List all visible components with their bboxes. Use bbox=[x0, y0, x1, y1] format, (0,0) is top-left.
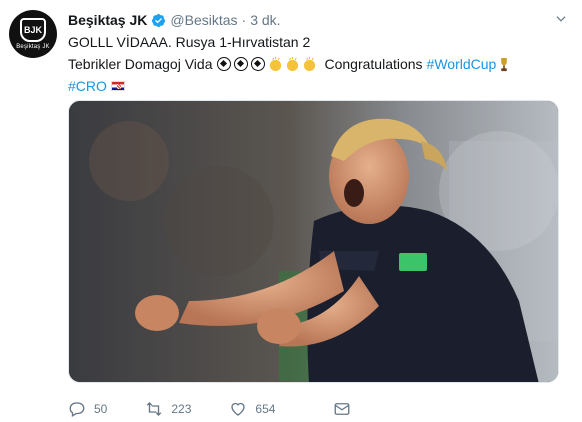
caret-down-icon[interactable] bbox=[554, 12, 568, 26]
direct-message-icon bbox=[334, 403, 350, 415]
trophy-icon bbox=[501, 57, 508, 71]
retweet-count: 223 bbox=[171, 402, 192, 416]
direct-message-button[interactable] bbox=[333, 400, 359, 418]
soccer-ball-icon bbox=[217, 57, 232, 71]
reply-count: 50 bbox=[94, 402, 108, 416]
like-button[interactable]: 654 bbox=[229, 400, 275, 418]
tweet-header: Beşiktaş JK @Besiktas · 3 dk. bbox=[68, 10, 562, 30]
avatar[interactable]: BJK Beşiktaş JK bbox=[9, 10, 57, 58]
player-celebration-image bbox=[69, 101, 558, 382]
retweet-icon bbox=[147, 402, 162, 416]
clapping-hands-icon bbox=[304, 56, 316, 71]
retweet-button[interactable]: 223 bbox=[145, 400, 191, 418]
tweet-text: GOLLL VİDAAA. Rusya 1-Hırvatistan 2 Tebr… bbox=[68, 31, 568, 97]
tweet-score-text: GOLLL VİDAAA. Rusya 1-Hırvatistan 2 bbox=[68, 34, 311, 50]
like-count: 654 bbox=[255, 402, 276, 416]
clapping-hands-icon bbox=[287, 56, 299, 71]
soccer-ball-icon bbox=[234, 57, 249, 71]
separator-dot: · bbox=[241, 12, 247, 28]
hashtag-worldcup[interactable]: #WorldCup bbox=[427, 53, 497, 75]
tweet-text-line-1: GOLLL VİDAAA. Rusya 1-Hırvatistan 2 bbox=[68, 31, 568, 53]
clapping-hands-icon bbox=[270, 56, 282, 71]
account-name[interactable]: Beşiktaş JK bbox=[68, 12, 147, 28]
besiktas-crest-icon: BJK bbox=[20, 18, 46, 42]
tweet-actions: 50 223 654 bbox=[68, 398, 397, 420]
avatar-crest-text: BJK bbox=[23, 25, 42, 35]
soccer-ball-icon bbox=[251, 57, 266, 71]
croatia-flag-icon bbox=[110, 81, 125, 91]
tweet-text-line-2: Tebrikler Domagoj Vida Congratulations #… bbox=[68, 53, 568, 75]
hashtag-cro[interactable]: #CRO bbox=[68, 75, 107, 97]
like-icon bbox=[231, 402, 246, 416]
tweet-photo[interactable] bbox=[68, 100, 559, 383]
tweet-card[interactable]: BJK Beşiktaş JK Beşiktaş JK @Besiktas · … bbox=[0, 0, 582, 422]
reply-icon bbox=[69, 402, 85, 417]
verified-badge-icon bbox=[152, 13, 166, 27]
tweet-congrats-text: Tebrikler Domagoj Vida bbox=[68, 56, 213, 72]
tweet-text-line-3: #CRO bbox=[68, 75, 568, 97]
tweet-english-text: Congratulations bbox=[324, 56, 423, 72]
account-handle[interactable]: @Besiktas bbox=[170, 12, 237, 28]
reply-button[interactable]: 50 bbox=[68, 400, 107, 418]
avatar-label: Beşiktaş JK bbox=[16, 44, 50, 50]
tweet-timestamp[interactable]: 3 dk. bbox=[250, 12, 280, 28]
